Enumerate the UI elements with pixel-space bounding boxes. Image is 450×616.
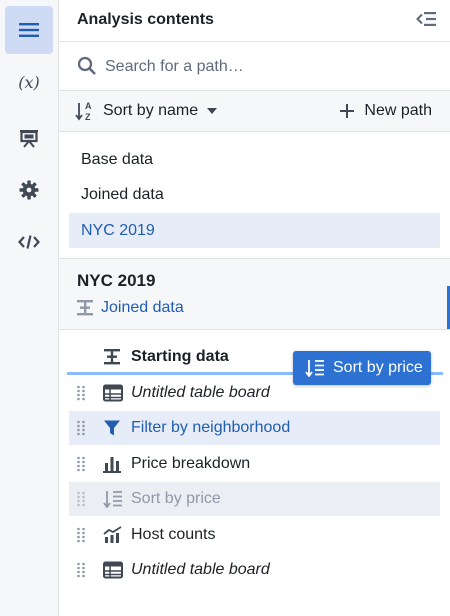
step-label: Sort by price: [131, 490, 221, 507]
step-label: Filter by neighborhood: [131, 419, 291, 436]
settings-rail-button[interactable]: [5, 166, 53, 214]
drag-handle-icon[interactable]: [77, 385, 85, 406]
path-item-label: Joined data: [81, 185, 164, 203]
path-item-label: Base data: [81, 150, 154, 168]
step-item-host-counts[interactable]: Host counts: [69, 518, 440, 552]
analysis-contents-panel: Analysis contents A Z: [59, 0, 450, 616]
code-rail-button[interactable]: [5, 218, 53, 266]
gear-icon: [19, 180, 39, 200]
step-label: Untitled table board: [131, 561, 270, 578]
step-item-filter-by-neighborhood[interactable]: Filter by neighborhood: [69, 411, 440, 445]
sort-icon: [305, 360, 324, 377]
dragged-step-label: Sort by price: [333, 359, 423, 376]
table-icon: [103, 384, 123, 407]
contents-rail-button[interactable]: [5, 6, 53, 54]
path-detail-header: NYC 2019 Joined data: [59, 258, 450, 330]
parent-path-link[interactable]: Joined data: [77, 299, 184, 317]
merge-icon: [103, 348, 121, 371]
caret-down-icon: [207, 108, 218, 114]
path-detail-title: NYC 2019: [77, 271, 156, 290]
sort-alphabetical-icon: A Z: [75, 101, 92, 122]
sort-dropdown-button[interactable]: A Z Sort by name: [75, 97, 218, 125]
new-path-label: New path: [364, 102, 432, 119]
presentation-rail-button[interactable]: [5, 114, 53, 162]
path-item-base-data[interactable]: Base data: [69, 142, 440, 177]
svg-text:A: A: [85, 101, 92, 111]
collapse-panel-button[interactable]: [416, 10, 436, 33]
sort-icon: [103, 490, 123, 513]
trend-chart-icon: [103, 526, 123, 549]
step-item-sort-by-price-placeholder: Sort by price: [69, 482, 440, 516]
collapse-panel-icon: [416, 12, 436, 26]
dragged-step-chip[interactable]: Sort by price: [293, 351, 431, 385]
variables-rail-button[interactable]: (x): [5, 58, 53, 106]
step-item-untitled-table-board-2[interactable]: Untitled table board: [69, 553, 440, 587]
new-path-button[interactable]: New path: [340, 97, 432, 125]
search-icon: [77, 56, 97, 81]
table-icon: [103, 561, 123, 584]
step-label: Untitled table board: [131, 384, 270, 401]
parent-path-label: Joined data: [101, 299, 184, 316]
merge-icon: [77, 300, 93, 316]
step-label: Starting data: [131, 348, 229, 365]
drag-handle-icon[interactable]: [77, 456, 85, 477]
step-item-price-breakdown[interactable]: Price breakdown: [69, 447, 440, 481]
plus-icon: [340, 104, 355, 118]
list-icon: [19, 23, 39, 37]
step-label: Host counts: [131, 526, 216, 543]
bar-chart-icon: [103, 455, 121, 478]
drag-handle-icon[interactable]: [77, 527, 85, 548]
sort-label: Sort by name: [103, 102, 199, 119]
path-item-nyc-2019[interactable]: NYC 2019: [69, 213, 440, 248]
path-item-label: NYC 2019: [81, 221, 155, 239]
panel-title: Analysis contents: [77, 11, 214, 28]
presentation-icon: [20, 130, 38, 148]
drag-handle-icon: [77, 491, 85, 512]
search-input[interactable]: [103, 52, 437, 82]
filter-icon: [103, 419, 121, 442]
search-bar: [59, 42, 450, 91]
left-nav-rail: (x): [0, 0, 59, 616]
drag-handle-icon[interactable]: [77, 420, 85, 441]
code-icon: [18, 235, 40, 249]
path-item-joined-data[interactable]: Joined data: [69, 177, 440, 212]
variable-icon: (x): [18, 72, 40, 92]
step-label: Price breakdown: [131, 455, 251, 472]
svg-text:Z: Z: [85, 112, 91, 122]
panel-header: Analysis contents: [59, 0, 450, 42]
drag-handle-icon[interactable]: [77, 562, 85, 583]
paths-toolbar: A Z Sort by name New path: [59, 91, 450, 132]
